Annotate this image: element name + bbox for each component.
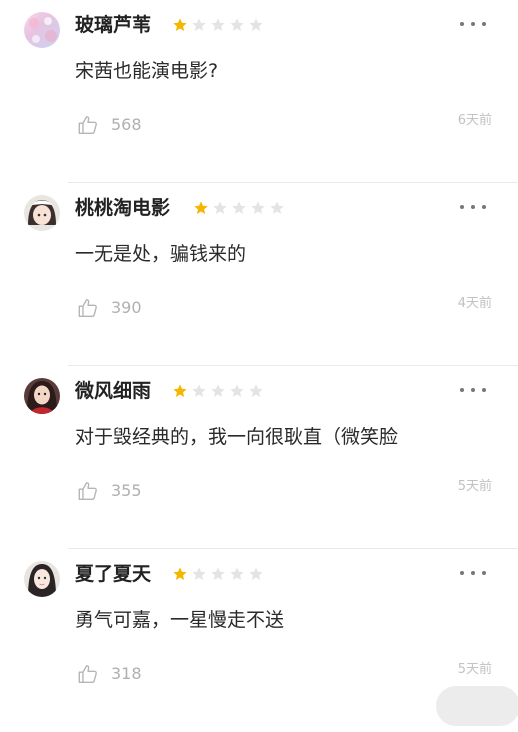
star-empty-icon [192, 567, 206, 580]
avatar[interactable] [24, 12, 60, 48]
username[interactable]: 微风细雨 [75, 378, 151, 404]
star-rating [193, 200, 285, 216]
avatar[interactable] [24, 561, 60, 597]
timestamp: 6天前 [457, 113, 492, 128]
star-rating [172, 17, 264, 33]
thumbs-up-icon [78, 665, 97, 683]
star-filled-icon [173, 384, 187, 397]
thumbs-up-icon [78, 482, 97, 500]
star-filled-icon [173, 567, 187, 580]
username[interactable]: 玻璃芦苇 [75, 12, 151, 38]
thumbs-up-icon [78, 299, 97, 317]
star-empty-icon [230, 384, 244, 397]
star-empty-icon [251, 201, 265, 214]
review-list: 玻璃芦苇 宋茜也能演电影? 568 6天前 桃桃淘电影 一无是处，骗钱来的 39… [0, 0, 518, 726]
more-options-icon[interactable] [460, 378, 486, 402]
floating-button[interactable] [436, 686, 518, 726]
avatar[interactable] [24, 378, 60, 414]
username[interactable]: 夏了夏天 [75, 561, 151, 587]
star-empty-icon [213, 201, 227, 214]
comment-text: 一无是处，骗钱来的 [75, 243, 247, 265]
star-empty-icon [211, 567, 225, 580]
star-empty-icon [211, 384, 225, 397]
star-empty-icon [270, 201, 284, 214]
star-filled-icon [194, 201, 208, 214]
timestamp: 5天前 [457, 662, 492, 677]
more-options-icon[interactable] [460, 195, 486, 219]
star-empty-icon [230, 567, 244, 580]
more-options-icon[interactable] [460, 561, 486, 585]
star-empty-icon [249, 384, 263, 397]
like-button[interactable]: 318 [77, 662, 142, 686]
timestamp: 4天前 [457, 296, 492, 311]
like-count: 355 [111, 481, 142, 500]
like-button[interactable]: 355 [77, 479, 142, 503]
star-empty-icon [249, 567, 263, 580]
review-item: 玻璃芦苇 宋茜也能演电影? 568 6天前 [0, 0, 518, 183]
more-options-icon[interactable] [460, 12, 486, 36]
star-rating [172, 383, 264, 399]
star-empty-icon [249, 18, 263, 31]
star-empty-icon [192, 384, 206, 397]
like-count: 318 [111, 664, 142, 683]
review-item: 微风细雨 对于毁经典的，我一向很耿直（微笑脸 355 5天前 [0, 366, 518, 549]
star-empty-icon [230, 18, 244, 31]
timestamp: 5天前 [457, 479, 492, 494]
thumbs-up-icon [78, 116, 97, 134]
star-rating [172, 566, 264, 582]
avatar[interactable] [24, 195, 60, 231]
star-empty-icon [232, 201, 246, 214]
review-item: 桃桃淘电影 一无是处，骗钱来的 390 4天前 [0, 183, 518, 366]
star-empty-icon [211, 18, 225, 31]
like-count: 390 [111, 298, 142, 317]
comment-text: 对于毁经典的，我一向很耿直（微笑脸 [75, 426, 399, 448]
like-count: 568 [111, 115, 142, 134]
username[interactable]: 桃桃淘电影 [75, 195, 170, 221]
comment-text: 勇气可嘉，一星慢走不送 [75, 609, 285, 631]
comment-text: 宋茜也能演电影? [75, 60, 219, 82]
star-empty-icon [192, 18, 206, 31]
like-button[interactable]: 568 [77, 113, 142, 137]
star-filled-icon [173, 18, 187, 31]
like-button[interactable]: 390 [77, 296, 142, 320]
